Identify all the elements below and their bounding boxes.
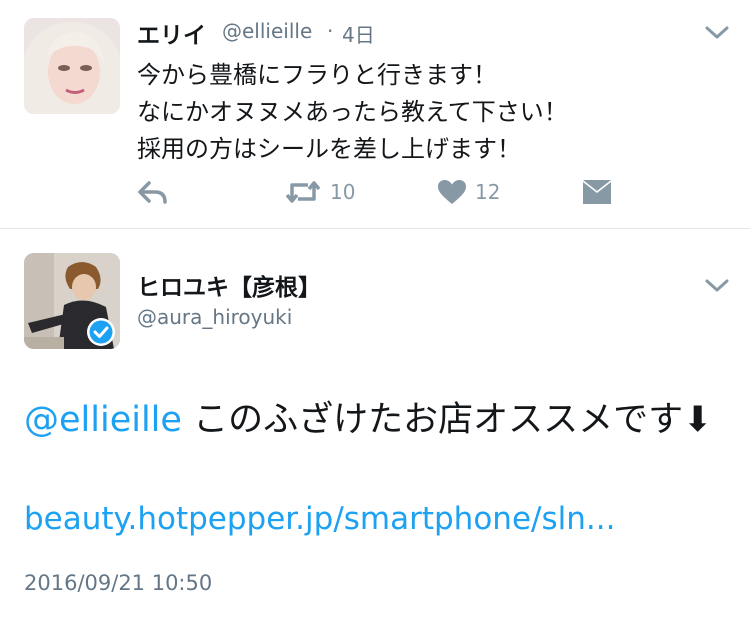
tweet-2[interactable]: ヒロユキ【彦根】 @aura_hiroyuki @ellieille このふざけ… <box>0 229 750 622</box>
display-name[interactable]: ヒロユキ【彦根】 <box>137 268 321 302</box>
reply-icon <box>138 181 167 204</box>
separator-dot: · <box>327 19 334 43</box>
tweet-text: @ellieille このふざけたお店オススメです⬇ <box>24 394 724 446</box>
like-count: 12 <box>475 180 501 204</box>
direct-message-button[interactable] <box>582 172 612 212</box>
chevron-down-icon[interactable] <box>704 277 730 295</box>
tweet-line: 採用の方はシールを差し上げます！ <box>137 135 521 163</box>
chevron-down-icon[interactable] <box>704 24 730 42</box>
display-name[interactable]: エリイ <box>137 16 206 50</box>
handle[interactable]: @ellieille <box>222 19 312 43</box>
reply-button[interactable] <box>137 172 169 212</box>
tweet-body-text: このふざけたお店オススメです <box>181 400 684 440</box>
tweet-line: 今から豊橋にフラりと行きます！ <box>137 61 497 89</box>
tweet-text: 今から豊橋にフラりと行きます！ なにかオヌヌメあったら教えて下さい！ 採用の方は… <box>137 57 568 168</box>
like-button[interactable]: 12 <box>437 172 500 212</box>
heart-icon <box>438 180 466 204</box>
external-link[interactable]: beauty.hotpepper.jp/smartphone/sln... <box>24 501 615 537</box>
envelope-icon <box>583 180 611 204</box>
down-arrow-glyph: ⬇ <box>683 400 713 440</box>
retweet-icon <box>285 181 321 203</box>
verified-badge-icon <box>87 318 115 346</box>
retweet-count: 10 <box>330 180 356 204</box>
avatar-ellieille[interactable] <box>24 18 120 114</box>
avatar-image <box>24 18 120 114</box>
mention-link[interactable]: @ellieille <box>24 400 182 440</box>
handle[interactable]: @aura_hiroyuki <box>137 305 292 329</box>
tweet-line: なにかオヌヌメあったら教えて下さい！ <box>137 98 568 126</box>
tweet-time[interactable]: 4日 <box>342 19 375 48</box>
tweet-timestamp: 2016/09/21 10:50 <box>24 571 213 595</box>
tweet-1[interactable]: エリイ @ellieille · 4日 今から豊橋にフラりと行きます！ なにかオ… <box>0 0 750 228</box>
retweet-button[interactable]: 10 <box>284 172 355 212</box>
